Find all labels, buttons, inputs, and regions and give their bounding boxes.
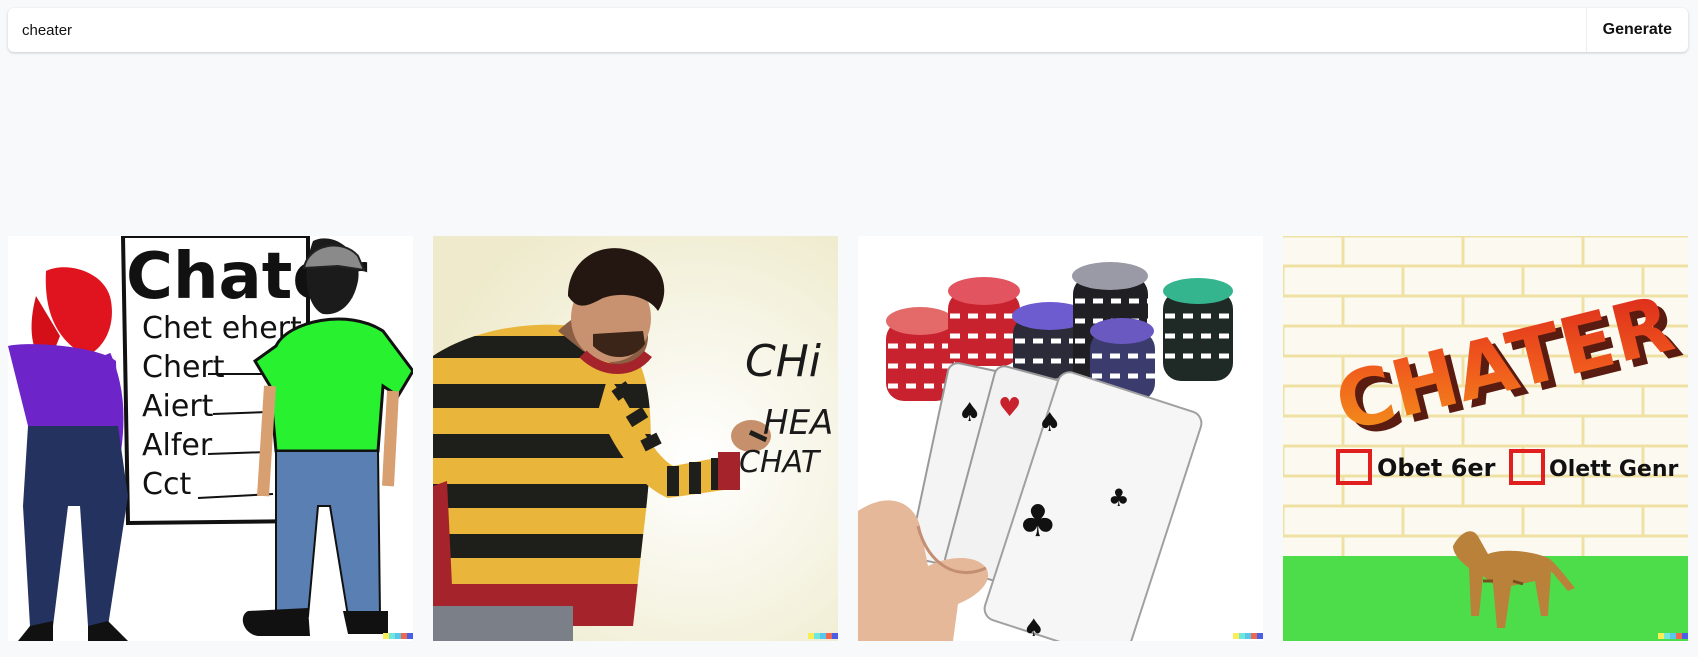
generated-image-3[interactable]: ♠ ♥ ♠ ♣ ♣ ♠ <box>858 236 1263 641</box>
wall-text-1: CHi <box>745 336 822 387</box>
image-gallery: Chater Chet ehert Chert Aiert Alfer Cct <box>0 236 1698 641</box>
generated-image-4[interactable]: CHATER CHATER Obet 6er Olett Genr <box>1283 236 1688 641</box>
generate-button[interactable]: Generate <box>1585 8 1688 52</box>
board-line-4: Alfer <box>142 428 213 463</box>
option-label-1: Obet 6er <box>1377 454 1496 482</box>
svg-text:♠: ♠ <box>958 398 981 428</box>
cards-and-chips-photo: ♠ ♥ ♠ ♣ ♣ ♠ <box>858 236 1263 641</box>
striped-sweater-photo: CHi HEA CHAT <box>433 236 838 641</box>
svg-text:♥: ♥ <box>998 393 1021 423</box>
svg-text:♠: ♠ <box>1023 614 1045 641</box>
board-line-5: Cct <box>142 467 191 502</box>
prompt-input[interactable] <box>8 8 1586 52</box>
board-line-2: Chert <box>142 350 225 385</box>
generated-image-1[interactable]: Chater Chet ehert Chert Aiert Alfer Cct <box>8 236 413 641</box>
option-label-2: Olett Genr <box>1549 457 1678 482</box>
wall-text-2: HEA <box>763 403 833 443</box>
generated-image-2[interactable]: CHi HEA CHAT <box>433 236 838 641</box>
brick-wall-sign-illustration: CHATER CHATER Obet 6er Olett Genr <box>1283 236 1688 641</box>
cartoon-board-illustration: Chater Chet ehert Chert Aiert Alfer Cct <box>8 236 413 641</box>
wall-text-3: CHAT <box>739 445 822 480</box>
prompt-bar: Generate <box>8 8 1688 52</box>
board-line-3: Aiert <box>142 389 214 424</box>
svg-text:♠: ♠ <box>1038 408 1061 438</box>
svg-text:♣: ♣ <box>1018 496 1057 547</box>
svg-text:♣: ♣ <box>1108 484 1130 512</box>
